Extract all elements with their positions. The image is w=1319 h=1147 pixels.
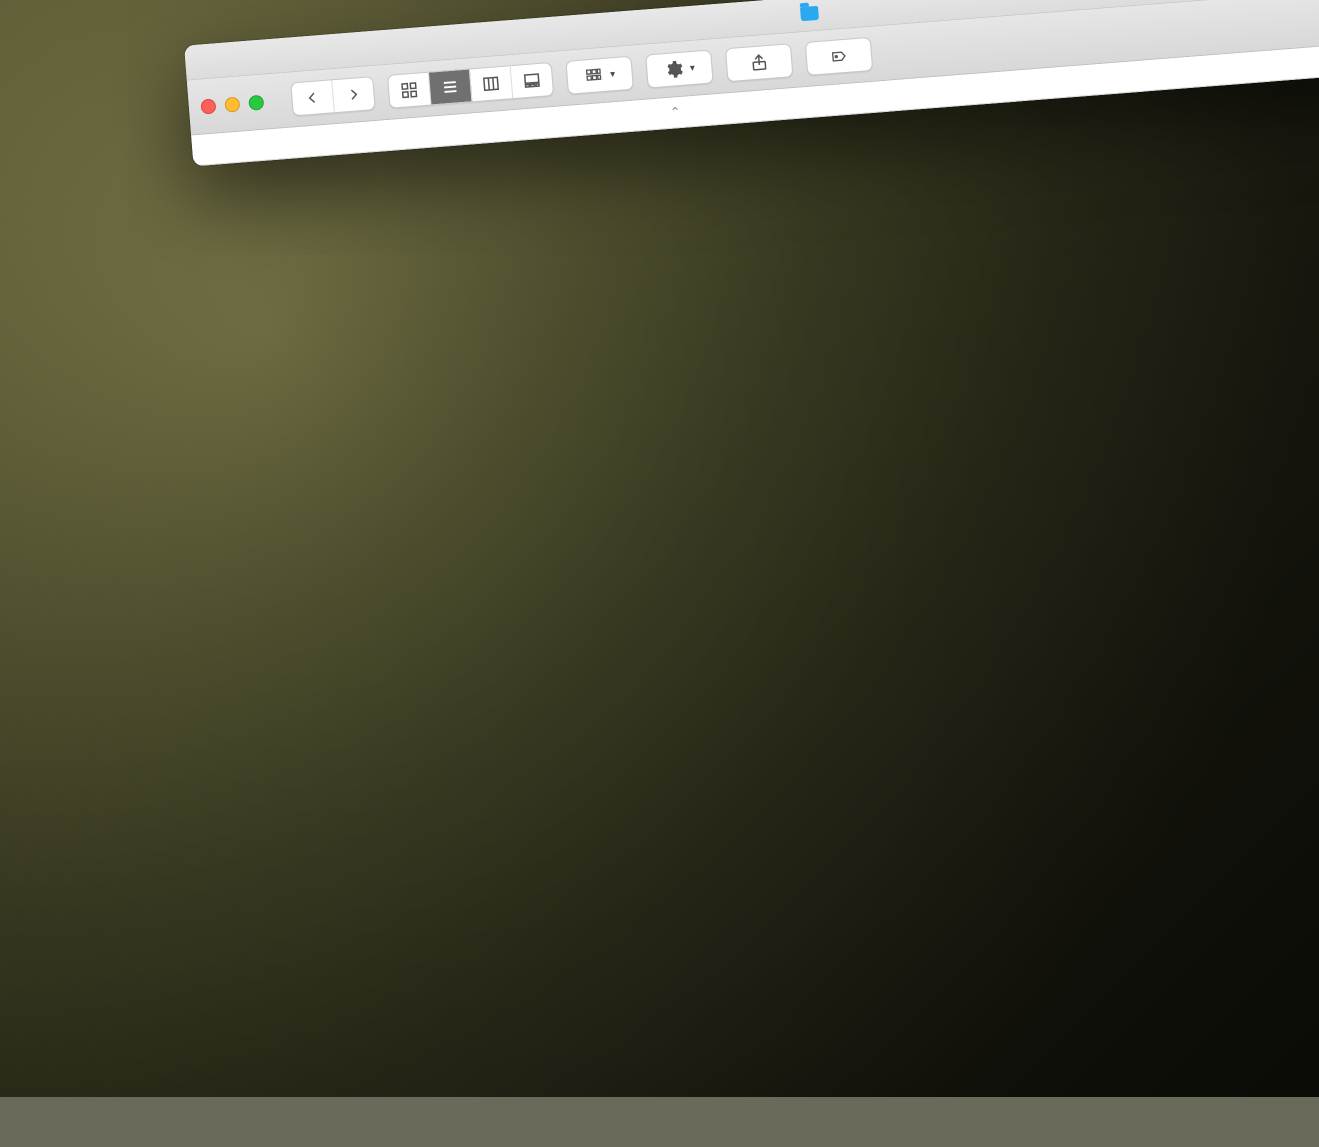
chevron-down-icon: ▾ [610,69,616,80]
gallery-view-button[interactable] [511,63,553,98]
forward-button[interactable] [332,77,374,112]
fullscreen-window-button[interactable] [248,94,264,110]
icon-view-button[interactable] [388,73,431,108]
tags-button[interactable] [805,37,873,76]
tag-icon [827,48,850,66]
chevron-left-icon [305,88,320,107]
minimize-window-button[interactable] [224,96,240,112]
action-dropdown[interactable]: ▾ [645,49,713,88]
chevron-down-icon: ▾ [689,62,695,73]
gallery-icon [522,71,541,90]
column-header-size[interactable] [695,97,872,111]
list-view-button[interactable] [429,69,472,104]
arrange-dropdown[interactable]: ▾ [565,56,633,95]
back-button[interactable] [291,80,334,115]
grid-icon [400,81,419,100]
arrange-icon [584,67,605,85]
gear-icon [663,59,685,81]
close-window-button[interactable] [200,98,216,114]
share-icon [749,52,769,73]
folder-icon [800,6,819,21]
finder-window: ▾ ▾ ⌃ [184,0,1319,166]
column-view-button[interactable] [470,66,513,101]
window-title-text [826,2,827,21]
list-icon [440,77,459,96]
columns-icon [481,74,500,93]
sort-ascending-icon: ⌃ [669,104,681,121]
view-mode-group [387,62,554,109]
share-button[interactable] [725,43,793,82]
window-controls [200,94,264,114]
chevron-right-icon [346,85,361,104]
nav-back-forward [290,76,375,116]
